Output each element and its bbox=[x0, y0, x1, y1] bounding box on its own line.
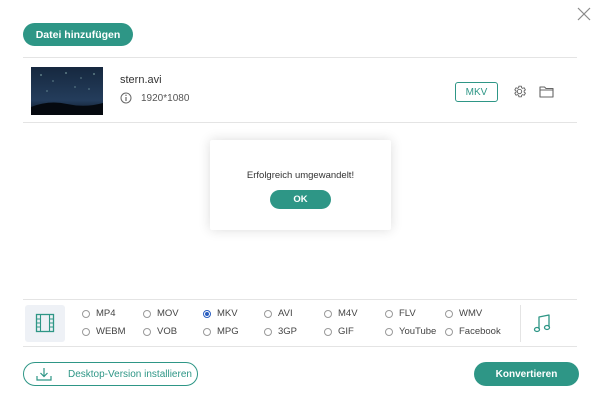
format-label: MKV bbox=[217, 308, 238, 319]
radio-avi[interactable] bbox=[264, 309, 272, 318]
format-option-vob[interactable]: VOB bbox=[143, 326, 177, 337]
radio-flv[interactable] bbox=[385, 309, 393, 318]
gear-icon[interactable] bbox=[512, 84, 527, 99]
radio-m4v[interactable] bbox=[324, 309, 332, 318]
radio-mkv[interactable] bbox=[203, 309, 211, 318]
format-option-facebook[interactable]: Facebook bbox=[445, 326, 501, 337]
install-desktop-button[interactable]: Desktop-Version installieren bbox=[23, 362, 198, 386]
format-option-mov[interactable]: MOV bbox=[143, 308, 179, 319]
format-option-mp4[interactable]: MP4 bbox=[82, 308, 116, 319]
format-option-webm[interactable]: WEBM bbox=[82, 326, 126, 337]
format-label: MPG bbox=[217, 326, 239, 337]
target-format-badge[interactable]: MKV bbox=[455, 82, 498, 102]
add-file-button[interactable]: Datei hinzufügen bbox=[23, 23, 133, 46]
radio-vob[interactable] bbox=[143, 327, 151, 336]
file-resolution: 1920*1080 bbox=[141, 93, 190, 104]
format-option-3gp[interactable]: 3GP bbox=[264, 326, 297, 337]
radio-webm[interactable] bbox=[82, 327, 90, 336]
format-option-mpg[interactable]: MPG bbox=[203, 326, 239, 337]
panel-divider bbox=[520, 305, 521, 342]
radio-wmv[interactable] bbox=[445, 309, 453, 318]
format-option-youtube[interactable]: YouTube bbox=[385, 326, 436, 337]
format-label: MP4 bbox=[96, 308, 116, 319]
format-label: MOV bbox=[157, 308, 179, 319]
film-icon bbox=[35, 313, 55, 333]
convert-button[interactable]: Konvertieren bbox=[474, 362, 579, 386]
radio-mov[interactable] bbox=[143, 309, 151, 318]
radio-mp4[interactable] bbox=[82, 309, 90, 318]
folder-icon[interactable] bbox=[539, 85, 554, 98]
dialog-message: Erfolgreich umgewandelt! bbox=[246, 170, 355, 181]
format-label: GIF bbox=[338, 326, 354, 337]
install-desktop-label: Desktop-Version installieren bbox=[68, 369, 192, 380]
radio-mpg[interactable] bbox=[203, 327, 211, 336]
success-dialog: Erfolgreich umgewandelt! OK bbox=[210, 140, 391, 230]
format-label: Facebook bbox=[459, 326, 501, 337]
video-thumbnail bbox=[31, 67, 103, 115]
music-icon[interactable] bbox=[533, 314, 551, 334]
format-panel: MP4 MOV MKV AVI M4V FLV WMV WEBM VOB MPG… bbox=[23, 299, 577, 347]
format-label: WEBM bbox=[96, 326, 126, 337]
radio-3gp[interactable] bbox=[264, 327, 272, 336]
format-label: FLV bbox=[399, 308, 416, 319]
format-option-wmv[interactable]: WMV bbox=[445, 308, 482, 319]
ok-button[interactable]: OK bbox=[270, 190, 331, 209]
format-label: YouTube bbox=[399, 326, 437, 337]
close-icon[interactable] bbox=[576, 6, 592, 22]
format-label: AVI bbox=[278, 308, 293, 319]
format-option-mkv[interactable]: MKV bbox=[203, 308, 238, 319]
format-label: WMV bbox=[459, 308, 483, 319]
format-option-m4v[interactable]: M4V bbox=[324, 308, 358, 319]
radio-youtube[interactable] bbox=[385, 327, 393, 336]
format-option-flv[interactable]: FLV bbox=[385, 308, 416, 319]
file-name: stern.avi bbox=[120, 74, 162, 86]
format-label: M4V bbox=[338, 308, 358, 319]
video-format-tab[interactable] bbox=[25, 305, 65, 342]
info-icon[interactable] bbox=[120, 92, 132, 104]
download-icon bbox=[36, 368, 52, 381]
format-option-avi[interactable]: AVI bbox=[264, 308, 293, 319]
radio-facebook[interactable] bbox=[445, 327, 453, 336]
file-row: stern.avi 1920*1080 MKV bbox=[23, 57, 577, 123]
format-label: 3GP bbox=[278, 326, 298, 337]
format-option-gif[interactable]: GIF bbox=[324, 326, 354, 337]
format-label: VOB bbox=[157, 326, 178, 337]
radio-gif[interactable] bbox=[324, 327, 332, 336]
